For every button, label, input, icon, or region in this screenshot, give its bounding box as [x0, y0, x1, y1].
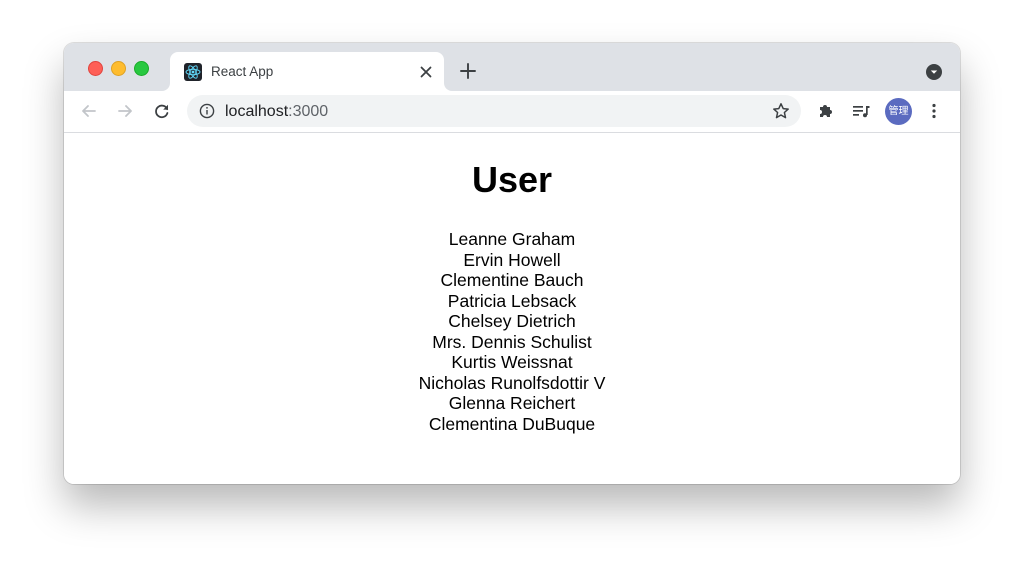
extensions-puzzle-icon[interactable]	[816, 101, 836, 121]
profile-avatar[interactable]: 管理	[885, 98, 912, 125]
site-info-icon[interactable]	[199, 103, 215, 119]
address-bar[interactable]: localhost:3000	[187, 95, 801, 127]
page-content: User Leanne Graham Ervin Howell Clementi…	[64, 133, 960, 484]
user-list-item: Clementina DuBuque	[428, 413, 596, 434]
tab-react-app[interactable]: React App	[170, 52, 444, 91]
user-list-item: Chelsey Dietrich	[448, 311, 576, 331]
more-menu-icon[interactable]	[924, 101, 944, 121]
page-title: User	[471, 159, 553, 200]
reload-icon[interactable]	[152, 101, 172, 121]
tab-search-dropdown-icon[interactable]	[926, 64, 942, 80]
media-playlist-icon[interactable]	[851, 101, 871, 121]
url-port: :3000	[288, 103, 329, 120]
tab-strip: React App	[64, 43, 960, 91]
user-list-item: Nicholas Runolfsdottir V	[418, 372, 606, 393]
forward-arrow-icon[interactable]	[115, 101, 135, 121]
user-list-item: Ervin Howell	[463, 249, 561, 270]
bookmark-star-icon[interactable]	[771, 101, 791, 121]
new-tab-plus-icon[interactable]	[458, 61, 478, 81]
user-list-item: Kurtis Weissnat	[451, 352, 573, 372]
tab-title: React App	[211, 64, 274, 79]
minimize-window-button[interactable]	[111, 61, 126, 76]
user-list: Leanne Graham Ervin Howell Clementine Ba…	[64, 229, 960, 434]
zoom-window-button[interactable]	[134, 61, 149, 76]
url-text: localhost:3000	[225, 102, 328, 121]
user-list-item: Mrs. Dennis Schulist	[432, 331, 592, 352]
browser-toolbar: localhost:3000 管理	[64, 91, 960, 133]
user-list-item: Clementine Bauch	[440, 270, 584, 290]
close-tab-icon[interactable]	[416, 62, 436, 82]
back-arrow-icon[interactable]	[79, 101, 99, 121]
user-list-item: Leanne Graham	[448, 229, 576, 249]
url-host: localhost	[225, 103, 289, 120]
user-list-item: Patricia Lebsack	[447, 290, 577, 311]
close-window-button[interactable]	[88, 61, 103, 76]
browser-window: React App localhost:3000 管理 User Leanne …	[64, 43, 960, 484]
user-list-item: Glenna Reichert	[448, 393, 576, 413]
react-logo-icon	[184, 63, 202, 81]
